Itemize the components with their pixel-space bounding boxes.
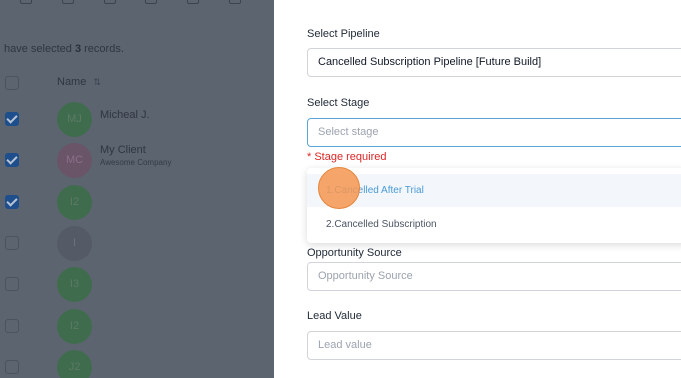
stage-option-cancelled-after-trial[interactable]: 1.Cancelled After Trial xyxy=(307,174,681,207)
selection-info: have selected 3 records. xyxy=(4,43,124,55)
avatar: I xyxy=(57,226,92,261)
row-checkbox[interactable] xyxy=(5,195,19,209)
selection-count: 3 xyxy=(74,43,82,55)
contact-company: Awesome Company xyxy=(100,158,172,167)
table-row[interactable]: J2 xyxy=(0,350,274,378)
contact-name[interactable]: Micheal J. xyxy=(100,109,150,121)
row-checkbox[interactable] xyxy=(5,277,19,291)
toolbar-action-icon xyxy=(229,0,241,4)
row-checkbox[interactable] xyxy=(5,236,19,250)
table-row[interactable]: I xyxy=(0,226,274,262)
table-row[interactable]: I3 xyxy=(0,267,274,303)
table-row[interactable]: MC My Client Awesome Company xyxy=(0,143,274,179)
stage-dropdown-menu: 1.Cancelled After Trial 2.Cancelled Subs… xyxy=(307,168,681,243)
name-column-header[interactable]: Name ⇅ xyxy=(57,76,101,88)
stage-label: Select Stage xyxy=(307,97,370,109)
toolbar-action-icon xyxy=(145,0,157,4)
avatar: I3 xyxy=(57,267,92,302)
bulk-action-toolbar xyxy=(0,0,274,10)
toolbar-action-icon xyxy=(104,0,116,4)
sort-icon[interactable]: ⇅ xyxy=(93,77,101,88)
contact-name[interactable]: My Client xyxy=(100,144,146,156)
toolbar-action-icon xyxy=(62,0,74,4)
avatar: I2 xyxy=(57,185,92,220)
toolbar-action-icon xyxy=(187,0,199,4)
toolbar-action-icon xyxy=(20,0,32,4)
opportunity-source-input[interactable]: Opportunity Source xyxy=(307,262,681,291)
background-contact-list: have selected 3 records. Name ⇅ MJ Michea… xyxy=(0,0,274,378)
column-name-label: Name xyxy=(57,76,87,88)
row-checkbox[interactable] xyxy=(5,360,19,374)
avatar: J2 xyxy=(57,350,92,378)
stage-error-message: * Stage required xyxy=(307,151,387,163)
selection-prefix: have selected xyxy=(4,43,72,55)
avatar: MJ xyxy=(57,102,92,137)
pipeline-select[interactable]: Cancelled Subscription Pipeline [Future … xyxy=(307,48,681,77)
click-indicator xyxy=(318,167,360,209)
avatar: I2 xyxy=(57,309,92,344)
row-checkbox[interactable] xyxy=(5,319,19,333)
stage-option-cancelled-subscription[interactable]: 2.Cancelled Subscription xyxy=(307,208,681,241)
row-checkbox[interactable] xyxy=(5,153,19,167)
add-opportunity-panel: Select Pipeline Cancelled Subscription P… xyxy=(274,0,681,378)
table-row[interactable]: I2 xyxy=(0,185,274,221)
select-all-checkbox[interactable] xyxy=(5,76,19,90)
table-row[interactable]: I2 xyxy=(0,309,274,345)
opportunity-source-label: Opportunity Source xyxy=(307,247,402,259)
row-checkbox[interactable] xyxy=(5,112,19,126)
table-row[interactable]: MJ Micheal J. xyxy=(0,102,274,138)
selection-suffix: records. xyxy=(84,43,124,55)
lead-value-label: Lead Value xyxy=(307,310,362,322)
pipeline-label: Select Pipeline xyxy=(307,28,380,40)
stage-select[interactable]: Select stage xyxy=(307,118,681,147)
lead-value-input[interactable]: Lead value xyxy=(307,331,681,360)
avatar: MC xyxy=(57,143,92,178)
